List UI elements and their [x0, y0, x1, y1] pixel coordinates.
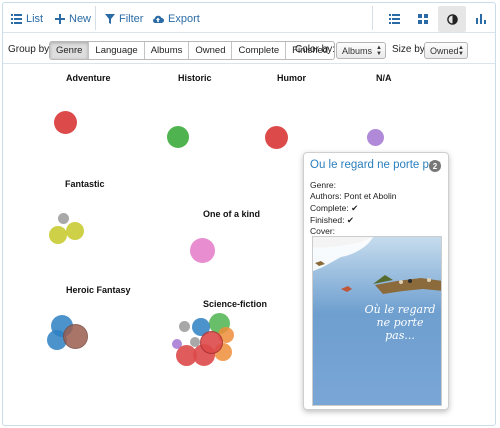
group-option-albums[interactable]: Albums [145, 42, 190, 59]
cover-label: Cover: [310, 226, 336, 236]
group-label-heroic-fantasy: Heroic Fantasy [66, 285, 131, 295]
book-bubble[interactable] [367, 129, 384, 146]
book-bubble[interactable] [167, 126, 189, 148]
book-bubble[interactable] [265, 126, 288, 149]
cover-title-text: Où le regard ne porte pas... [364, 303, 436, 342]
book-bubble[interactable] [54, 111, 77, 134]
group-option-complete[interactable]: Complete [232, 42, 287, 59]
group-by-label: Group by: [8, 44, 52, 55]
toolbar-divider [372, 6, 373, 30]
group-option-genre[interactable]: Genre [50, 42, 90, 59]
book-bubble[interactable] [49, 226, 67, 244]
grid-icon [418, 14, 428, 24]
chart-view-button[interactable] [467, 6, 495, 32]
filter-label: Filter [119, 13, 144, 25]
book-bubble[interactable] [58, 213, 69, 224]
grid-view-button[interactable] [409, 6, 437, 32]
size-by-select[interactable]: Owned ▲ ▼ [424, 42, 468, 59]
filter-button[interactable]: Filter [105, 10, 143, 28]
group-by-segmented-control: Genre Language Albums Owned Complete Fin… [49, 41, 336, 60]
grouping-bar: Group by: Genre Language Albums Owned Co… [3, 34, 495, 64]
book-bubble[interactable] [190, 238, 215, 263]
complete-label: Complete: [310, 203, 349, 213]
select-arrows-icon: ▲ ▼ [458, 45, 464, 57]
authors-row: Authors: Pont et Abolin [310, 191, 397, 201]
book-cover-image: Où le regard ne porte pas... [312, 236, 442, 406]
book-detail-popover: Ou le regard ne porte pas 2 Genre: Autho… [303, 152, 449, 410]
group-label-historic: Historic [178, 73, 212, 83]
book-bubble[interactable] [66, 222, 84, 240]
toolbar-divider [95, 6, 96, 30]
finished-row: Finished: ✔ [310, 215, 354, 226]
list-button[interactable]: List [11, 10, 43, 28]
check-icon: ✔ [346, 215, 354, 225]
bubble-view-button[interactable] [438, 6, 466, 32]
color-by-label: Color by: [295, 44, 336, 55]
album-count-badge: 2 [429, 160, 441, 172]
group-label-na: N/A [376, 73, 392, 83]
complete-row: Complete: ✔ [310, 203, 358, 214]
list-icon [11, 14, 22, 24]
group-label-science-fiction: Science-fiction [203, 299, 268, 309]
group-option-owned[interactable]: Owned [189, 42, 233, 59]
select-arrows-icon: ▲ ▼ [376, 45, 382, 57]
finished-label: Finished: [310, 215, 345, 225]
filter-icon [105, 14, 115, 24]
color-by-value: Albums [342, 45, 373, 56]
contrast-icon [446, 13, 458, 25]
book-bubble-selected[interactable] [200, 331, 223, 354]
cloud-upload-icon [153, 15, 164, 23]
genre-label: Genre: [310, 180, 336, 190]
bar-chart-icon [476, 14, 486, 24]
toolbar: List New Filter Export [3, 3, 495, 33]
color-by-select[interactable]: Albums ▲ ▼ [336, 42, 386, 59]
group-label-humor: Humor [277, 73, 306, 83]
check-icon: ✔ [351, 203, 359, 213]
export-button[interactable]: Export [152, 10, 200, 28]
new-button[interactable]: New [55, 10, 91, 28]
book-title-link[interactable]: Ou le regard ne porte pas [310, 159, 441, 171]
export-label: Export [168, 13, 200, 25]
list-label: List [26, 13, 44, 25]
size-by-value: Owned [430, 45, 459, 56]
size-by-label: Size by: [392, 44, 428, 55]
group-option-language[interactable]: Language [89, 42, 145, 59]
plus-icon [55, 14, 65, 24]
group-label-one-of-a-kind: One of a kind [203, 209, 261, 219]
table-view-button[interactable] [380, 6, 408, 32]
group-label-adventure: Adventure [66, 73, 111, 83]
group-label-fantastic: Fantastic [65, 179, 105, 189]
list-view-icon [388, 14, 400, 24]
book-bubble[interactable] [179, 321, 190, 332]
new-label: New [69, 13, 92, 25]
authors-value: Pont et Abolin [344, 191, 397, 201]
authors-label: Authors: [310, 191, 342, 201]
book-bubble[interactable] [63, 324, 88, 349]
